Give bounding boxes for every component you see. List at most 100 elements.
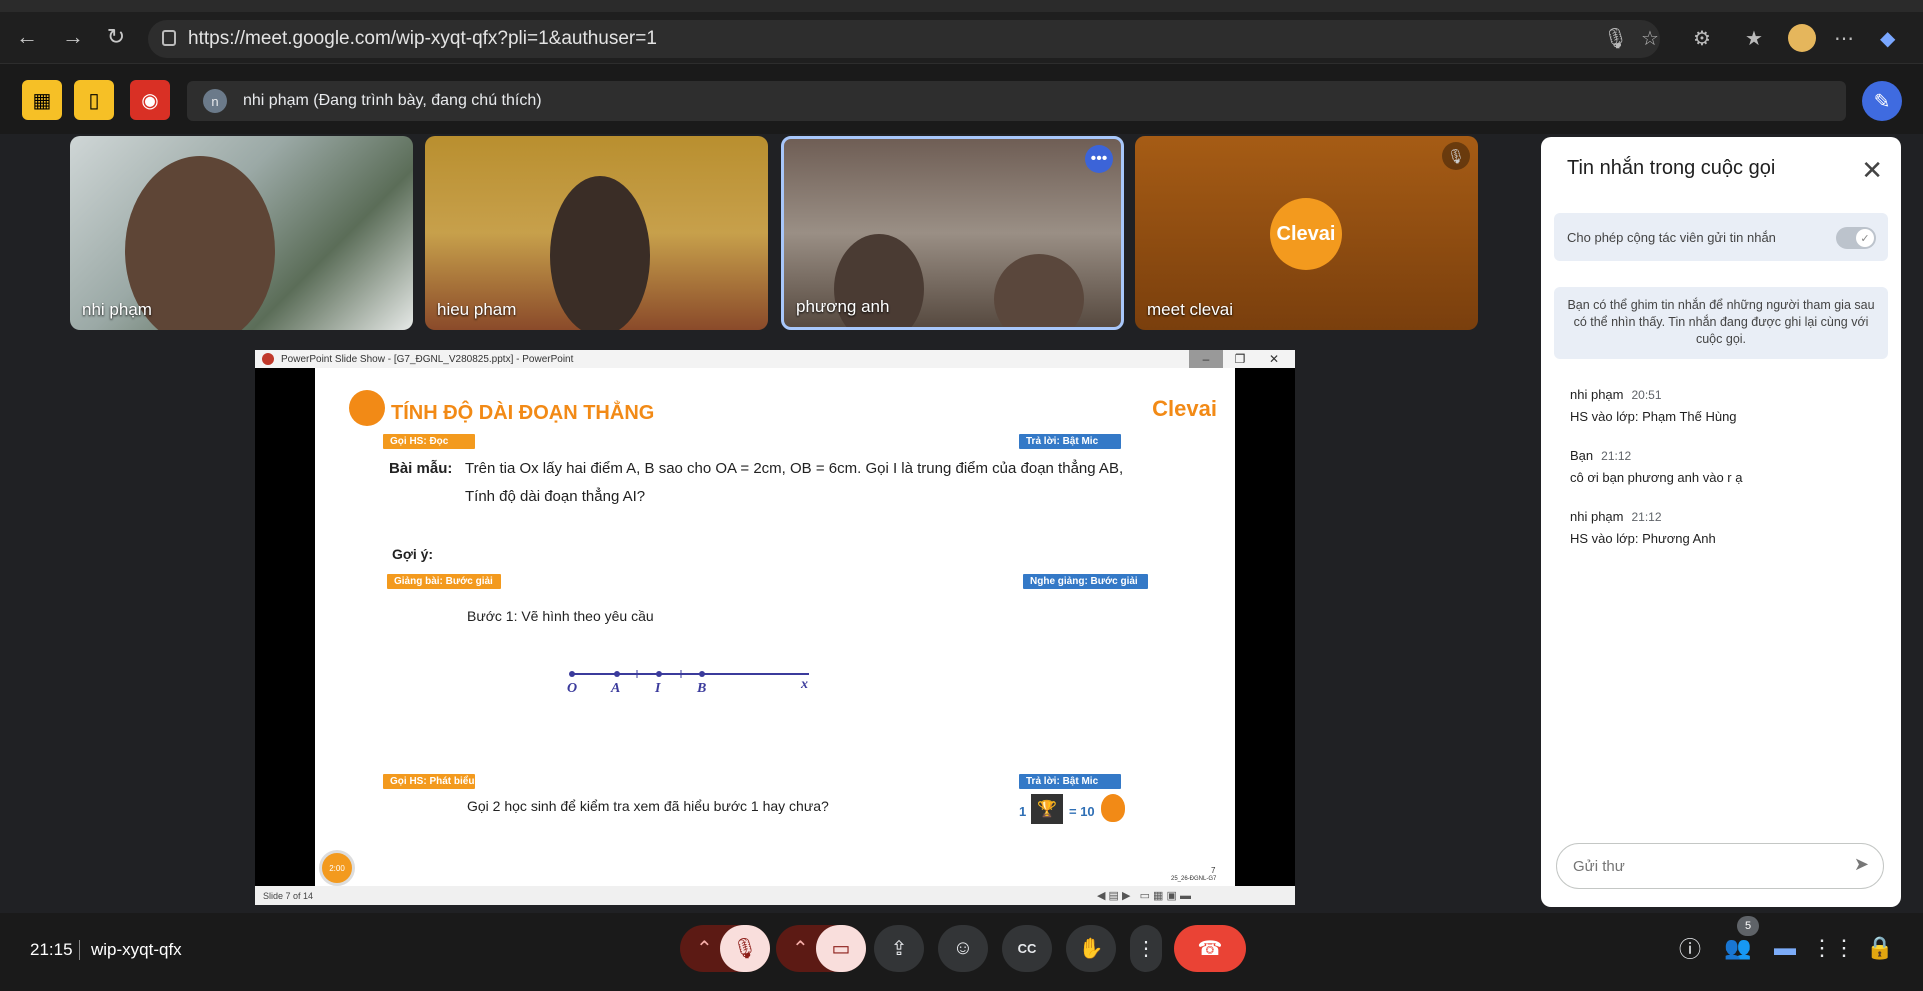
- leave-call-button[interactable]: ☎: [1174, 925, 1246, 972]
- presenting-banner: n nhi phạm (Đang trình bày, đang chú thí…: [187, 81, 1846, 121]
- more-options-icon[interactable]: •••: [1085, 145, 1113, 173]
- example-line-1: Trên tia Ox lấy hai điểm A, B sao cho OA…: [465, 460, 1124, 477]
- point-o: [569, 671, 575, 677]
- message-text: HS vào lớp: Phạm Thế Hùng: [1570, 409, 1737, 424]
- presentation-off-icon: ▦: [32, 89, 52, 112]
- chevron-up-icon: ⌃: [696, 938, 713, 960]
- label-b: B: [696, 681, 706, 696]
- slide-code: 25_26-ĐGNL-G7: [1171, 876, 1217, 882]
- reload-icon[interactable]: ↻: [101, 22, 131, 52]
- recording-button[interactable]: ◉: [130, 80, 170, 120]
- hide-presentation-button[interactable]: ▦: [22, 80, 62, 120]
- record-icon: ◉: [141, 89, 159, 112]
- trophy-icon: 🏆: [1031, 794, 1063, 824]
- ppt-window-title: PowerPoint Slide Show - [G7_ĐGNL_V280825…: [281, 353, 574, 365]
- participant-tile[interactable]: nhi phạm: [70, 136, 413, 330]
- browser-toolbar: ← → ↻ https://meet.google.com/wip-xyqt-q…: [0, 0, 1923, 64]
- extensions-icon[interactable]: ⚙: [1693, 26, 1711, 51]
- people-count-badge: 5: [1737, 916, 1759, 936]
- participant-tile[interactable]: 🎙 Clevai meet clevai: [1135, 136, 1478, 330]
- address-bar[interactable]: https://meet.google.com/wip-xyqt-qfx?pli…: [148, 20, 1660, 58]
- hint-label: Gợi ý:: [392, 546, 434, 562]
- participant-tile[interactable]: ••• phương anh: [781, 136, 1124, 330]
- microphone-button[interactable]: 🎙: [720, 925, 770, 972]
- slide-tag: Gọi HS: Phát biểu: [383, 774, 475, 789]
- participant-name: nhi phạm: [82, 300, 152, 319]
- slide-brand-logo: Clevai: [1152, 396, 1217, 421]
- squirrel-mascot-icon: [349, 390, 385, 426]
- chat-message: nhi phạm 20:51 HS vào lớp: Phạm Thế Hùng: [1570, 387, 1737, 424]
- captions-icon: CC: [1017, 941, 1037, 956]
- example-label: Bài mẫu:: [389, 460, 453, 477]
- message-text: cô ơi bạn phương anh vào r ạ: [1570, 470, 1743, 485]
- permission-toggle[interactable]: ✓: [1836, 227, 1876, 249]
- timer-badge: 2:00: [319, 850, 355, 886]
- example-line-2: Tính độ dài đoạn thẳng AI?: [465, 488, 646, 505]
- meeting-code: wip-xyqt-qfx: [91, 940, 182, 959]
- tab-strip[interactable]: [0, 0, 1923, 12]
- more-options-button[interactable]: ⋮: [1130, 925, 1162, 972]
- forward-icon[interactable]: →: [58, 22, 88, 52]
- mic-off-icon: 🎙: [1442, 142, 1470, 170]
- captions-button[interactable]: CC: [1002, 925, 1052, 972]
- slide-title: TÍNH ĐỘ DÀI ĐOẠN THẲNG: [391, 402, 655, 424]
- copilot-icon[interactable]: ◆: [1880, 26, 1895, 51]
- question-text: Gọi 2 học sinh để kiểm tra xem đã hiểu b…: [467, 798, 829, 814]
- chat-message: Bạn 21:12 cô ơi bạn phương anh vào r ạ: [1570, 448, 1742, 485]
- mic-off-icon: 🎙: [732, 938, 758, 960]
- message-text: HS vào lớp: Phương Anh: [1570, 531, 1716, 546]
- host-controls-icon[interactable]: 🔒: [1862, 930, 1898, 966]
- pen-icon: ✎: [1873, 90, 1891, 113]
- permission-row: Cho phép cộng tác viên gửi tin nhắn ✓: [1554, 213, 1888, 261]
- participant-video: [550, 176, 650, 330]
- reward-count: 1: [1019, 804, 1027, 819]
- check-icon: ✓: [1856, 229, 1874, 247]
- minimize-icon[interactable]: –: [1189, 350, 1223, 368]
- present-button[interactable]: ⇪: [874, 925, 924, 972]
- profile-avatar[interactable]: [1788, 24, 1816, 52]
- microphone-icon[interactable]: 🎙: [1603, 26, 1628, 51]
- chevron-up-icon: ⌃: [792, 938, 809, 960]
- reactions-button[interactable]: ☺: [938, 925, 988, 972]
- slide-tag: Trả lời: Bật Mic: [1019, 434, 1121, 449]
- chat-input[interactable]: [1573, 857, 1833, 875]
- camera-button[interactable]: ▭: [816, 925, 866, 972]
- shared-screen: PowerPoint Slide Show - [G7_ĐGNL_V280825…: [255, 350, 1295, 905]
- pin-info-note: Bạn có thể ghim tin nhắn để những người …: [1554, 287, 1888, 359]
- participant-name: hieu pham: [437, 300, 517, 319]
- reward-equals: = 10: [1069, 804, 1095, 819]
- activities-icon[interactable]: ⋮⋮: [1811, 930, 1855, 966]
- more-menu-icon[interactable]: ⋯: [1834, 26, 1854, 51]
- slide-counter: Slide 7 of 14: [263, 890, 314, 901]
- point-a: [614, 671, 620, 677]
- slide-page-number: 7: [1211, 866, 1216, 875]
- chat-icon[interactable]: ▬: [1767, 930, 1803, 966]
- message-time: 21:12: [1601, 449, 1632, 463]
- leave-room-button[interactable]: ▯: [74, 80, 114, 120]
- bookmark-star-icon[interactable]: ☆: [1641, 26, 1659, 51]
- ppt-title-bar: PowerPoint Slide Show - [G7_ĐGNL_V280825…: [255, 350, 1295, 368]
- label-a: A: [610, 681, 620, 696]
- close-icon[interactable]: ✕: [1257, 350, 1291, 368]
- raise-hand-button[interactable]: ✋: [1066, 925, 1116, 972]
- message-sender: nhi phạm: [1570, 509, 1624, 524]
- meeting-clock: 21:15: [30, 940, 73, 959]
- site-info-icon[interactable]: [162, 30, 176, 46]
- acorn-icon: [1101, 794, 1125, 822]
- send-icon[interactable]: ➤: [1854, 854, 1869, 875]
- participant-tile[interactable]: hieu pham: [425, 136, 768, 330]
- favorites-icon[interactable]: ★: [1745, 26, 1763, 51]
- annotate-button[interactable]: ✎: [1862, 81, 1902, 121]
- presenter-avatar: n: [203, 89, 227, 113]
- meeting-info-icon[interactable]: ⓘ: [1672, 930, 1708, 966]
- message-time: 21:12: [1631, 510, 1662, 524]
- back-icon[interactable]: ←: [12, 22, 42, 52]
- slide-tag: Giảng bài: Bước giải: [387, 574, 501, 589]
- door-icon: ▯: [88, 89, 100, 112]
- close-chat-icon[interactable]: ✕: [1861, 155, 1883, 186]
- slideshow-controls-icon[interactable]: ◀ ▤ ▶ ▭ ▦ ▣ ▬: [1097, 889, 1191, 902]
- restore-icon[interactable]: ❐: [1223, 350, 1257, 368]
- number-line-diagram: O A I B x: [567, 670, 809, 696]
- chat-input-box[interactable]: ➤: [1556, 843, 1884, 889]
- divider: [79, 940, 80, 960]
